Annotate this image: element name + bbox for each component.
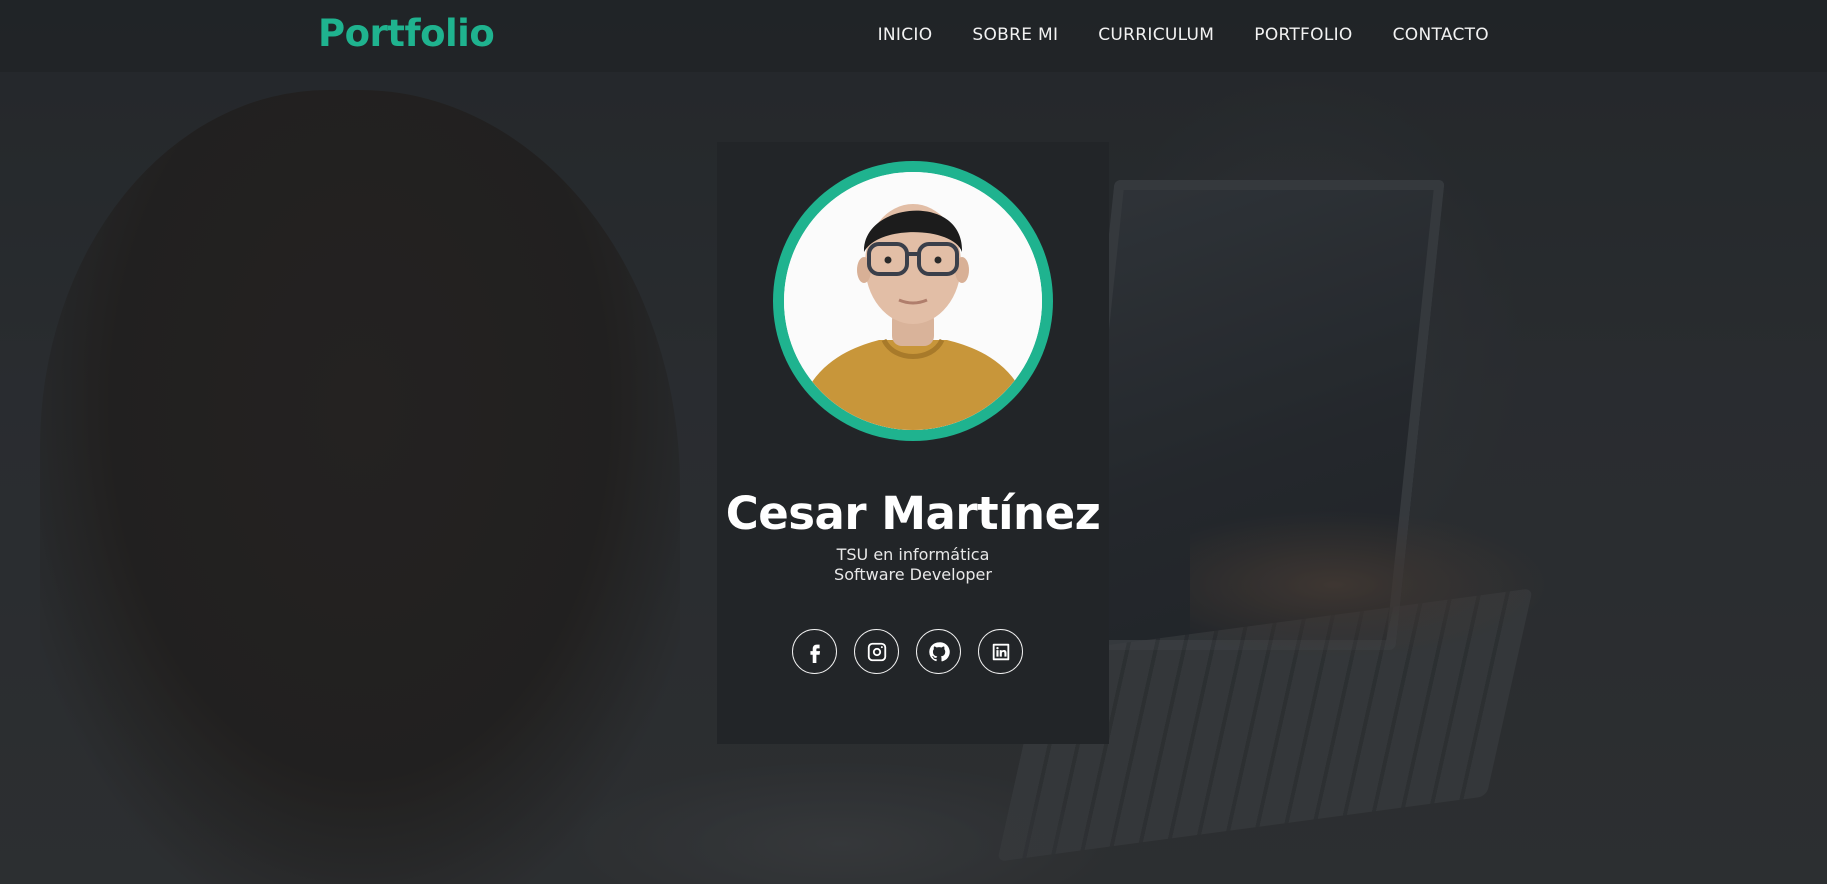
facebook-link[interactable] [792,629,837,674]
main-nav: INICIO SOBRE MI CURRICULUM PORTFOLIO CON… [878,25,1489,45]
linkedin-icon [992,643,1009,660]
nav-item-contacto[interactable]: CONTACTO [1393,25,1489,45]
profile-card: Cesar Martínez TSU en informática Softwa… [717,142,1109,744]
nav-item-portfolio[interactable]: PORTFOLIO [1254,25,1352,45]
nav-item-curriculum[interactable]: CURRICULUM [1098,25,1214,45]
instagram-link[interactable] [854,629,899,674]
site-logo[interactable]: Portfolio [318,12,495,55]
avatar-portrait [784,172,1042,430]
instagram-icon [867,642,886,661]
avatar [784,172,1042,430]
page: Portfolio INICIO SOBRE MI CURRICULUM POR… [0,0,1827,884]
profile-name: Cesar Martínez [725,487,1101,540]
site-header: Portfolio INICIO SOBRE MI CURRICULUM POR… [0,0,1827,72]
facebook-icon [809,644,820,663]
github-link[interactable] [916,629,961,674]
nav-item-inicio[interactable]: INICIO [878,25,933,45]
social-links [792,629,1023,674]
profile-subtitle-role: Software Developer [834,565,992,584]
linkedin-link[interactable] [978,629,1023,674]
github-icon [928,641,950,661]
profile-subtitle-degree: TSU en informática [836,545,990,564]
nav-item-sobre-mi[interactable]: SOBRE MI [972,25,1058,45]
avatar-ring [773,161,1053,441]
